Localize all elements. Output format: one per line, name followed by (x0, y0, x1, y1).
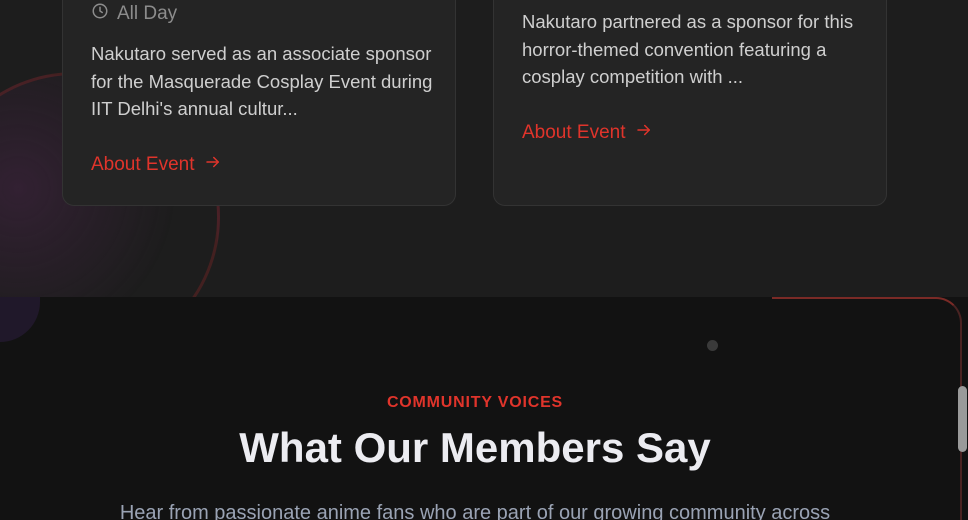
event-card: All Day Nakutaro served as an associate … (62, 0, 456, 206)
events-section: All Day Nakutaro served as an associate … (0, 0, 968, 297)
clock-icon (91, 2, 109, 26)
decorative-blob (0, 297, 40, 342)
about-event-label: About Event (522, 122, 626, 143)
arrow-right-icon (204, 153, 222, 177)
event-description: Nakutaro served as an associate sponsor … (91, 43, 433, 119)
about-event-label: About Event (91, 154, 195, 175)
community-section: COMMUNITY VOICES What Our Members Say He… (0, 297, 968, 520)
section-subtitle: Hear from passionate anime fans who are … (119, 502, 831, 520)
section-eyebrow: COMMUNITY VOICES (386, 394, 564, 411)
event-description: Nakutaro partnered as a sponsor for this… (522, 11, 854, 87)
decorative-dot (707, 340, 718, 351)
about-event-link[interactable]: About Event (91, 153, 222, 177)
about-event-link[interactable]: About Event (522, 121, 653, 145)
event-card: Nakutaro partnered as a sponsor for this… (493, 0, 887, 206)
section-title: What Our Members Say (239, 424, 711, 471)
event-time: All Day (91, 2, 177, 26)
page-scrollbar[interactable] (958, 386, 967, 452)
arrow-right-icon (635, 121, 653, 145)
event-time-label: All Day (117, 3, 178, 24)
